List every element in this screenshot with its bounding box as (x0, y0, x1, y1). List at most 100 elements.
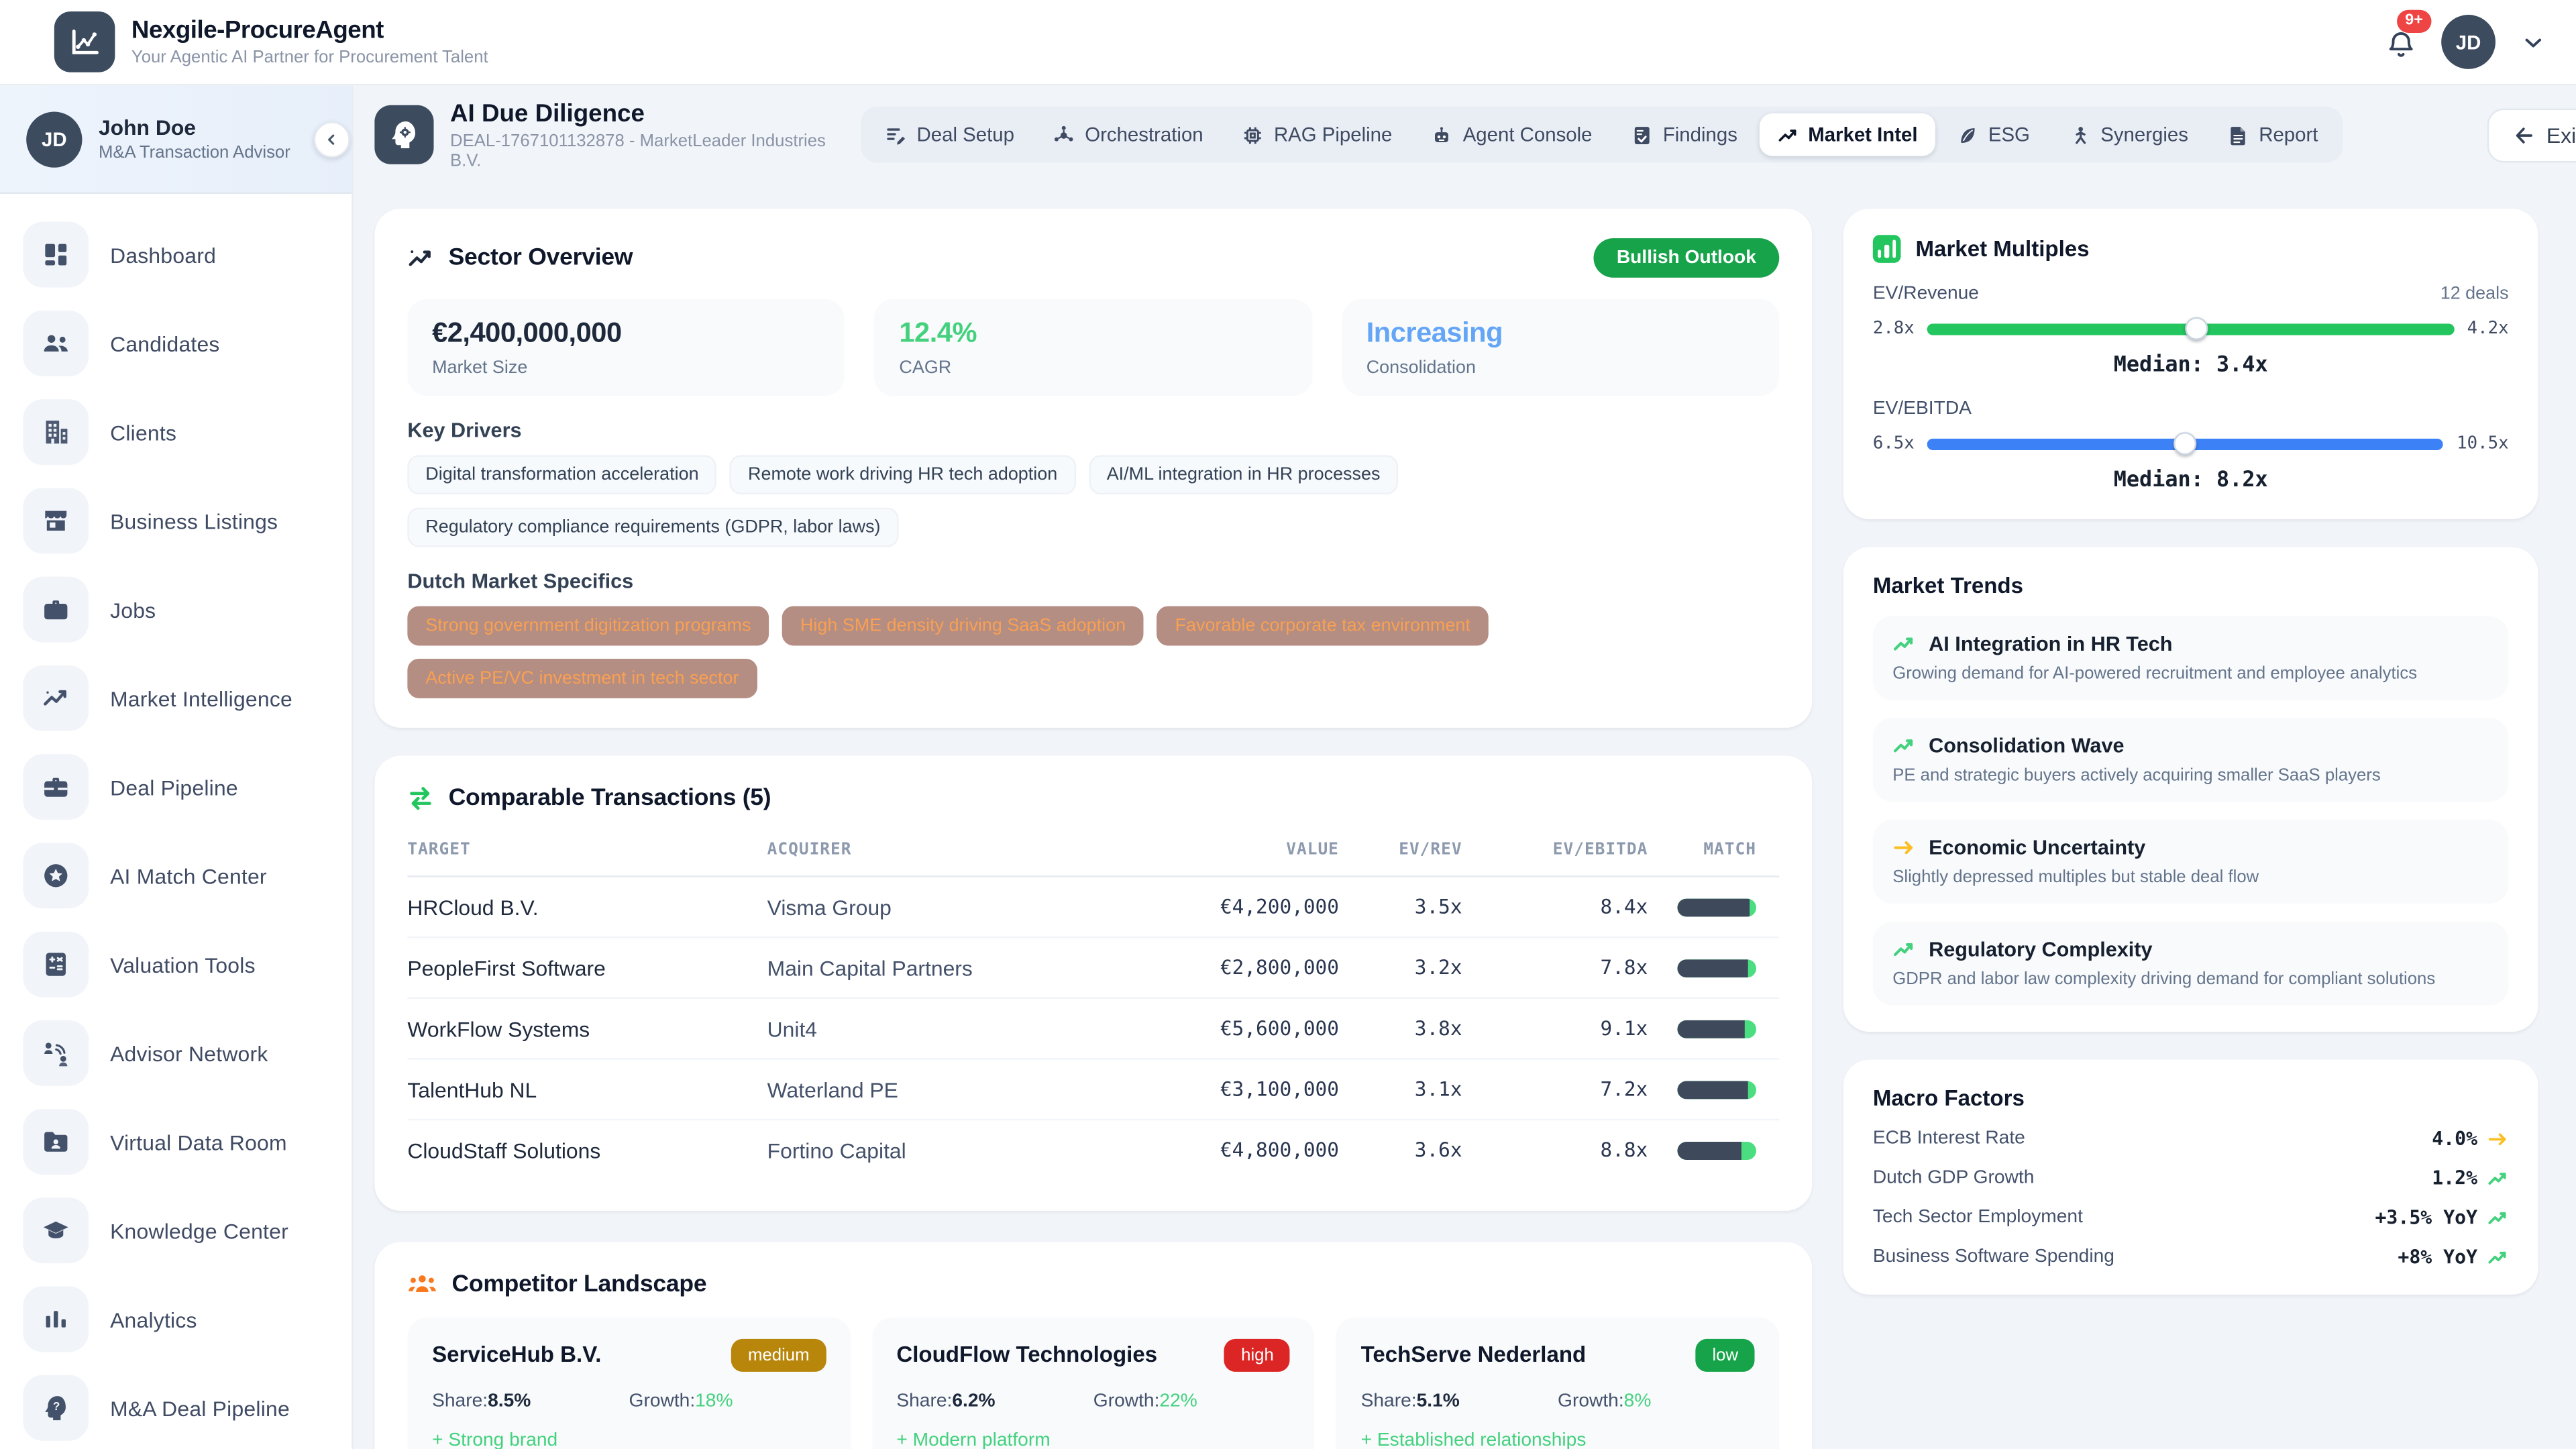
competitor-card: CloudFlow Technologies high Share:6.2% G… (872, 1317, 1315, 1449)
sidebar-item-analytics[interactable]: Analytics (23, 1287, 329, 1352)
tab-market-intel[interactable]: Market Intel (1759, 113, 1936, 156)
growth-value: 18% (695, 1391, 733, 1410)
trend-head: Regulatory Complexity (1892, 938, 2489, 961)
trend-item: Consolidation Wave PE and strategic buye… (1873, 718, 2509, 802)
tab-findings[interactable]: Findings (1613, 113, 1755, 156)
match-fill (1677, 1020, 1745, 1038)
card-title: Competitor Landscape (451, 1271, 706, 1297)
sidebar-item-label: Market Intelligence (110, 686, 292, 710)
tab-orchestration[interactable]: Orchestration (1036, 113, 1222, 156)
trend-item: Economic Uncertainty Slightly depressed … (1873, 820, 2509, 904)
match-fill (1677, 1141, 1741, 1159)
sidebar-item-label: Jobs (110, 597, 156, 622)
sidebar-item-label: Valuation Tools (110, 952, 256, 977)
cell-ev-ebitda: 7.8x (1462, 937, 1648, 998)
card-title: Comparable Transactions (5) (449, 786, 771, 812)
match-fill (1677, 1080, 1748, 1098)
threat-badge: medium (732, 1338, 826, 1371)
slider-min: 6.5x (1873, 434, 1915, 453)
sidebar-user-avatar: JD (26, 111, 82, 166)
page-title: AI Due Diligence (450, 99, 861, 127)
ev-revenue-row: EV/Revenue 12 deals (1873, 284, 2509, 304)
slider-knob[interactable] (2174, 432, 2197, 455)
tab-deal-setup[interactable]: Deal Setup (867, 113, 1032, 156)
graduation-cap-icon (23, 1197, 89, 1263)
cell-value: €5,600,000 (1159, 998, 1339, 1059)
metric-cagr: 12.4% CAGR (875, 299, 1312, 396)
sidebar-item-label: AI Match Center (110, 863, 267, 888)
notification-count-badge: 9+ (2397, 10, 2431, 34)
sidebar-item-ai-match-center[interactable]: AI Match Center (23, 843, 329, 908)
cell-match (1648, 1059, 1779, 1120)
cell-target: CloudStaff Solutions (407, 1120, 767, 1181)
competitor-card: TechServe Nederland low Share:5.1% Growt… (1336, 1317, 1779, 1449)
cell-match (1648, 1120, 1779, 1181)
ai-head-icon (374, 105, 433, 164)
match-bar (1677, 959, 1756, 977)
bell-icon (2385, 30, 2417, 61)
median-value: Median: 8.2x (1873, 468, 2509, 493)
competitor-name: ServiceHub B.V. (432, 1342, 601, 1367)
median-value: Median: 3.4x (1873, 354, 2509, 378)
comparable-transactions-card: Comparable Transactions (5) TARGET ACQUI… (374, 756, 1812, 1210)
notifications-button[interactable]: 9+ (2385, 23, 2417, 60)
transactions-header: Comparable Transactions (5) (407, 786, 1779, 812)
sidebar-item-valuation-tools[interactable]: Valuation Tools (23, 932, 329, 998)
market-multiples-card: Market Multiples EV/Revenue 12 deals 2.8… (1843, 209, 2538, 519)
app-root: Nexgile-ProcureAgent Your Agentic AI Par… (0, 0, 2576, 1449)
dutch-specifics-chips: Strong government digitization programs … (407, 606, 1779, 698)
sidebar-item-dashboard[interactable]: Dashboard (23, 222, 329, 288)
macro-label: Tech Sector Employment (1873, 1208, 2083, 1227)
left-column: Sector Overview Bullish Outlook €2,400,0… (374, 209, 1812, 1449)
exit-label: Exit (2546, 122, 2576, 147)
tab-agent-console[interactable]: Agent Console (1413, 113, 1610, 156)
competitor-cards: ServiceHub B.V. medium Share:8.5% Growth… (407, 1317, 1779, 1449)
document-icon (2228, 124, 2249, 146)
market-multiples-header: Market Multiples (1873, 235, 2509, 263)
sidebar-item-virtual-data-room[interactable]: Virtual Data Room (23, 1109, 329, 1175)
exit-button[interactable]: Exit (2487, 107, 2576, 162)
sidebar-item-candidates[interactable]: Candidates (23, 311, 329, 376)
user-avatar[interactable]: JD (2441, 15, 2496, 69)
tab-label: Report (2259, 123, 2318, 146)
cell-target: TalentHub NL (407, 1059, 767, 1120)
slider-max: 4.2x (2467, 319, 2509, 338)
trend-up-icon (1892, 938, 1915, 961)
sidebar-collapse-button[interactable] (314, 121, 350, 158)
col-target: TARGET (407, 824, 767, 876)
sidebar-item-advisor-network[interactable]: Advisor Network (23, 1020, 329, 1086)
threat-badge: high (1225, 1338, 1291, 1371)
cell-ev-rev: 3.1x (1339, 1059, 1462, 1120)
competitor-strength: + Modern platform (896, 1430, 1290, 1449)
chevron-down-icon[interactable] (2520, 29, 2546, 55)
sidebar-item-label: Advisor Network (110, 1040, 268, 1065)
slider-knob[interactable] (2184, 317, 2207, 340)
tab-synergies[interactable]: Synergies (2051, 113, 2206, 156)
macro-row: Business Software Spending +8% YoY (1873, 1245, 2509, 1268)
competitor-strength: + Strong brand (432, 1430, 826, 1449)
trend-up-icon (1777, 124, 1799, 146)
multiple-label: EV/EBITDA (1873, 399, 1972, 419)
tab-esg[interactable]: ESG (1939, 113, 2047, 156)
sector-overview-card: Sector Overview Bullish Outlook €2,400,0… (374, 209, 1812, 728)
macro-row: Tech Sector Employment +3.5% YoY (1873, 1206, 2509, 1229)
sidebar-user-meta: John Doe M&A Transaction Advisor (99, 115, 290, 162)
sidebar-item-deal-pipeline[interactable]: Deal Pipeline (23, 754, 329, 820)
sidebar-item-jobs[interactable]: Jobs (23, 577, 329, 643)
sidebar-item-knowledge-center[interactable]: Knowledge Center (23, 1197, 329, 1263)
cell-acquirer: Visma Group (767, 877, 1159, 938)
sidebar-item-clients[interactable]: Clients (23, 399, 329, 465)
tab-rag-pipeline[interactable]: RAG Pipeline (1224, 113, 1410, 156)
cell-value: €3,100,000 (1159, 1059, 1339, 1120)
cell-ev-ebitda: 8.8x (1462, 1120, 1648, 1181)
key-driver-chip: Digital transformation acceleration (407, 455, 716, 494)
sidebar-item-market-intelligence[interactable]: Market Intelligence (23, 665, 329, 731)
tab-report[interactable]: Report (2210, 113, 2337, 156)
sidebar-item-business-listings[interactable]: Business Listings (23, 488, 329, 553)
tab-label: Findings (1663, 123, 1737, 146)
sidebar-item-ma-deal-pipeline[interactable]: ? M&A Deal Pipeline (23, 1375, 329, 1441)
psychology-head-icon: ? (23, 1375, 89, 1441)
sidebar-item-label: Dashboard (110, 242, 216, 267)
trend-description: PE and strategic buyers actively acquiri… (1892, 765, 2489, 785)
multiple-label: EV/Revenue (1873, 284, 1979, 304)
